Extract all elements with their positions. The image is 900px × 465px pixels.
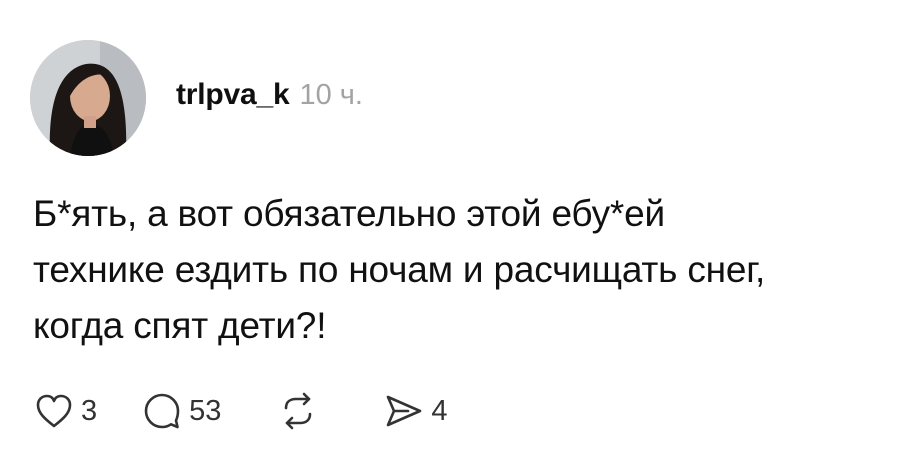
speech-bubble-icon (141, 390, 183, 432)
post-text-line: Б*ять, а вот обязательно этой ебу*ей (33, 193, 665, 234)
repost-button[interactable] (277, 390, 319, 432)
avatar[interactable] (30, 40, 146, 156)
post-text-line: когда спят дети?! (33, 305, 327, 346)
like-count: 3 (81, 394, 98, 427)
comment-count: 53 (189, 394, 222, 427)
post-text: Б*ять, а вот обязательно этой ебу*ей тех… (33, 186, 883, 354)
post-header: trlpva_k 10 ч. (176, 78, 363, 112)
post-text-line: технике ездить по ночам и расчищать снег… (33, 249, 766, 290)
send-icon (383, 390, 425, 432)
like-button[interactable]: 3 (33, 390, 97, 432)
repost-arrows-icon (277, 390, 319, 432)
avatar-image (30, 40, 146, 156)
heart-icon (33, 390, 75, 432)
comment-button[interactable]: 53 (141, 390, 221, 432)
username-link[interactable]: trlpva_k (176, 78, 290, 112)
post-timestamp: 10 ч. (299, 79, 363, 111)
share-count: 4 (431, 394, 448, 427)
share-button[interactable]: 4 (383, 390, 448, 432)
action-bar: 3 53 4 (33, 388, 448, 434)
post-card: trlpva_k 10 ч. Б*ять, а вот обязательно … (0, 0, 900, 465)
